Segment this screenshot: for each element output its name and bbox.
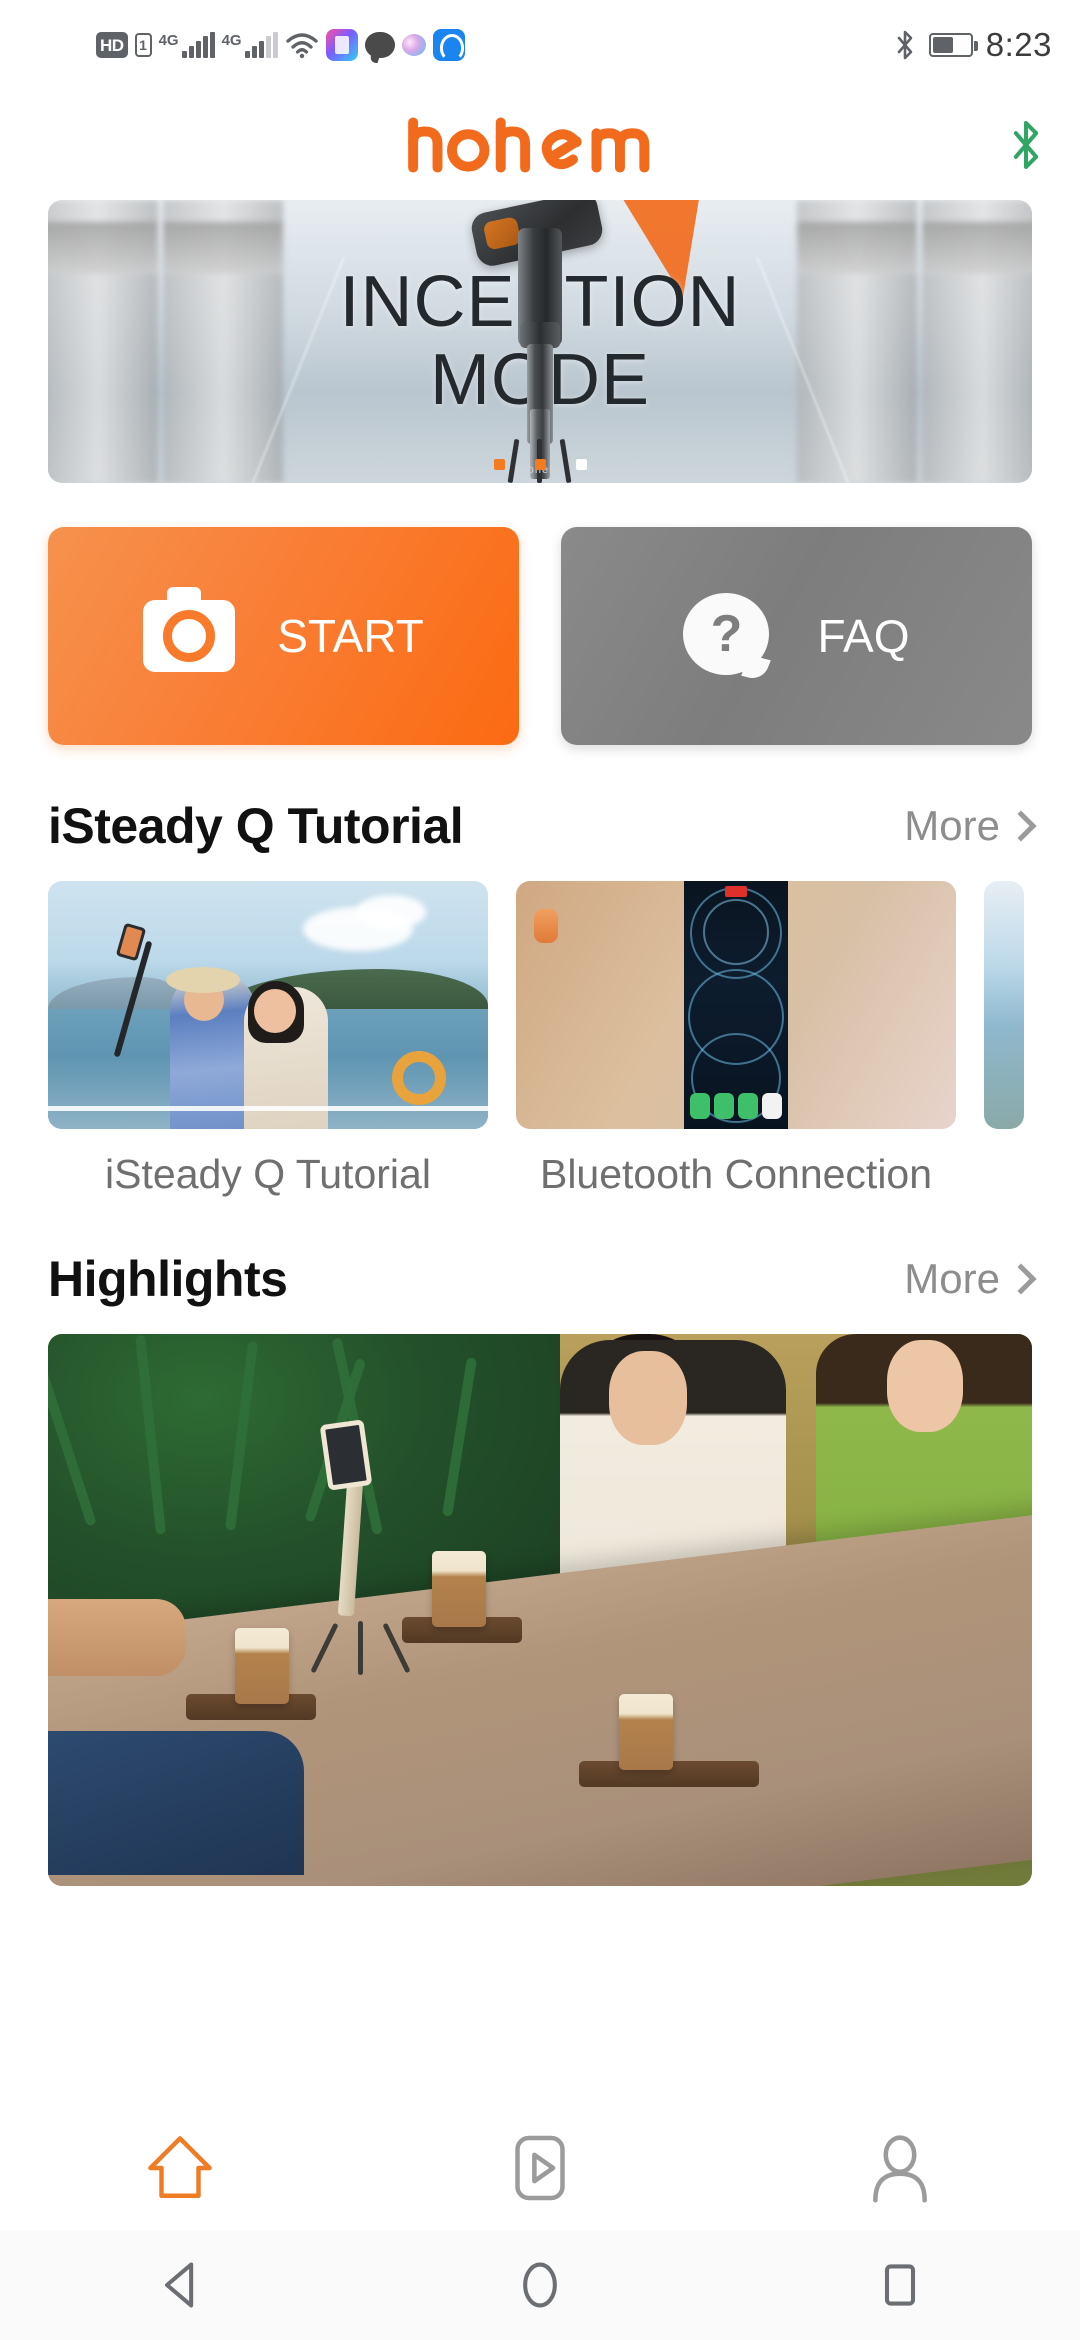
chevron-right-icon <box>1005 1263 1037 1295</box>
home-circle-icon <box>523 2262 557 2308</box>
signal-bars-primary <box>181 32 215 58</box>
chevron-right-icon <box>1005 810 1037 842</box>
tab-video[interactable] <box>360 2132 720 2204</box>
status-bar: HD 1 4G 4G 8:23 <box>0 0 1080 90</box>
tutorial-card-thumbnail <box>516 881 956 1129</box>
network-type-label-primary: 4G <box>158 32 179 49</box>
app-icon-colorful <box>325 29 358 61</box>
android-home-button[interactable] <box>360 2259 720 2311</box>
highlights-content <box>0 1308 1080 1886</box>
action-buttons: START ? FAQ <box>0 483 1080 745</box>
tutorial-card-caption: iSteady Q Tutorial <box>105 1151 431 1197</box>
app-icon-blue <box>432 29 465 61</box>
app-icon-chat <box>364 32 395 58</box>
start-button-label: START <box>277 610 424 662</box>
camera-icon <box>143 587 236 672</box>
android-recents-button[interactable] <box>720 2259 1080 2311</box>
clock: 8:23 <box>985 26 1052 63</box>
status-bar-right: 8:23 <box>894 26 1052 64</box>
bluetooth-icon <box>897 30 913 60</box>
bluetooth-connected-icon[interactable] <box>1006 118 1046 172</box>
highlights-section-title: Highlights <box>48 1251 288 1307</box>
highlight-video-card[interactable] <box>48 1334 1032 1886</box>
battery-icon <box>928 33 978 57</box>
wifi-icon <box>285 33 318 59</box>
network-type-label-secondary: 4G <box>221 32 242 49</box>
gimbal-product-image <box>468 200 606 483</box>
promo-banner[interactable]: INCEPTION MODE hohem <box>48 200 1032 483</box>
recents-square-icon <box>884 2264 916 2306</box>
person-icon <box>873 2135 927 2203</box>
home-icon <box>148 2136 212 2198</box>
tutorial-card-thumbnail <box>48 881 488 1129</box>
tutorial-section-title: iSteady Q Tutorial <box>48 798 464 854</box>
hohem-logo <box>407 117 649 173</box>
sim-icon: 1 <box>134 33 152 57</box>
start-button[interactable]: START <box>48 527 519 745</box>
banner-dot[interactable] <box>493 459 505 470</box>
faq-button-label: FAQ <box>817 610 910 662</box>
tutorial-card-thumbnail <box>984 881 1024 1129</box>
tutorial-card-list[interactable]: iSteady Q Tutorial Bluetooth Connection <box>0 855 1080 1198</box>
highlights-more-label: More <box>904 1255 1000 1302</box>
status-bar-left: HD 1 4G 4G <box>96 29 465 61</box>
highlights-more-link[interactable]: More <box>904 1255 1037 1303</box>
banner-dot[interactable] <box>575 459 587 470</box>
question-bubble-icon: ? <box>683 593 775 679</box>
signal-bars-secondary <box>244 32 278 58</box>
app-icon-orb <box>401 34 426 56</box>
tutorial-card[interactable]: iSteady Q Tutorial <box>48 881 488 1198</box>
tutorial-card[interactable]: Bluetooth Connection <box>516 881 956 1198</box>
play-video-icon <box>515 2135 565 2201</box>
tutorial-card[interactable] <box>984 881 1024 1198</box>
app-header <box>0 90 1080 200</box>
tab-home[interactable] <box>0 2132 360 2204</box>
highlights-section-header: Highlights More <box>0 1250 1080 1308</box>
tutorial-more-label: More <box>904 802 1000 849</box>
tutorial-more-link[interactable]: More <box>904 802 1037 850</box>
tab-profile[interactable] <box>720 2132 1080 2204</box>
hd-icon: HD <box>96 32 128 58</box>
android-back-button[interactable] <box>0 2259 360 2311</box>
faq-button[interactable]: ? FAQ <box>561 527 1032 745</box>
banner-dot[interactable] <box>534 459 546 470</box>
bottom-tab-bar <box>0 2106 1080 2230</box>
signal-4g-secondary-icon: 4G <box>222 32 278 58</box>
banner-pagination-dots[interactable] <box>48 459 1032 470</box>
android-navigation-bar <box>0 2230 1080 2340</box>
tutorial-card-caption: Bluetooth Connection <box>539 1151 933 1197</box>
signal-4g-icon: 4G <box>159 32 215 58</box>
back-triangle-icon <box>164 2262 194 2308</box>
tutorial-section-header: iSteady Q Tutorial More <box>0 797 1080 855</box>
